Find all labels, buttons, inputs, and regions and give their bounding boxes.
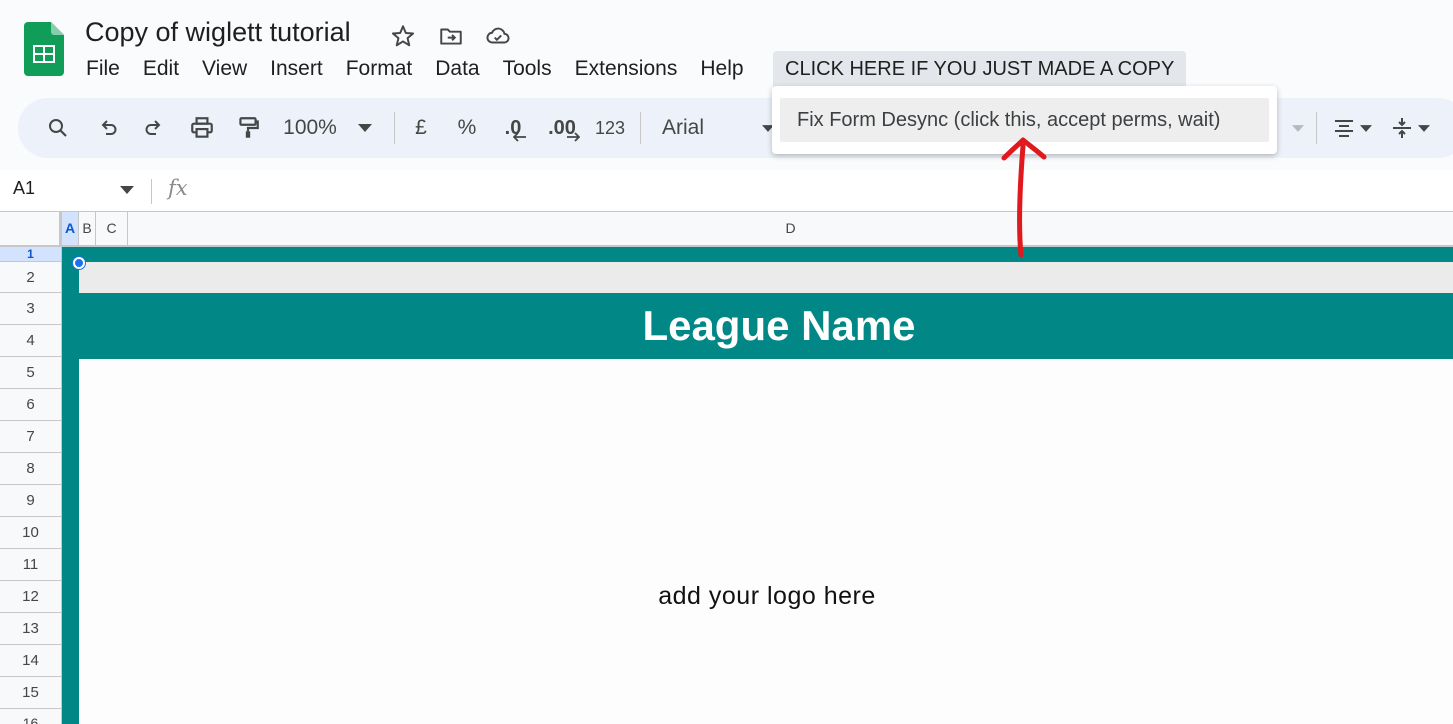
menu-help[interactable]: Help: [700, 55, 743, 83]
column-header-d[interactable]: D: [128, 212, 1453, 245]
zoom-select[interactable]: 100%: [280, 98, 340, 158]
sheet-grid[interactable]: League Name add your logo here: [62, 247, 1453, 724]
star-icon[interactable]: [390, 23, 416, 49]
column-headers: A B C D: [0, 212, 1453, 247]
vertical-align-button[interactable]: [1384, 98, 1436, 158]
row-header-16[interactable]: 16: [0, 709, 61, 724]
cloud-saved-icon[interactable]: [485, 23, 511, 49]
row-headers: 1 2 3 4 5 6 7 8 9 10 11 12 13 14 15 16: [0, 247, 62, 724]
arrow-left-icon: [513, 132, 527, 142]
menu-view[interactable]: View: [202, 55, 247, 83]
zoom-dropdown-button[interactable]: [355, 98, 375, 158]
format-currency-button[interactable]: £: [404, 98, 438, 158]
teal-border-left: [62, 247, 79, 724]
toolbar-divider: [394, 112, 395, 144]
increase-decimal-button[interactable]: .00: [542, 98, 586, 158]
row-header-2[interactable]: 2: [0, 262, 61, 293]
menu-custom-copy-setup[interactable]: CLICK HERE IF YOU JUST MADE A COPY: [773, 51, 1187, 87]
teal-border-top: [62, 247, 1453, 262]
decrease-decimal-button[interactable]: .0: [496, 98, 536, 158]
row-header-9[interactable]: 9: [0, 485, 61, 517]
row-header-7[interactable]: 7: [0, 421, 61, 453]
league-name-cell[interactable]: League Name: [79, 293, 1453, 359]
menu-edit[interactable]: Edit: [143, 55, 179, 83]
search-menus-button[interactable]: [38, 98, 78, 158]
formula-input[interactable]: [210, 174, 1440, 208]
row-header-12[interactable]: 12: [0, 581, 61, 613]
logo-placeholder-text[interactable]: add your logo here: [602, 582, 932, 611]
row-header-10[interactable]: 10: [0, 517, 61, 549]
sheets-logo-icon[interactable]: [24, 22, 64, 76]
app-header: Copy of wiglett tutorial File Edit View …: [0, 0, 1453, 98]
font-family-value: Arial: [662, 116, 705, 139]
menu-format[interactable]: Format: [346, 55, 413, 83]
column-header-c[interactable]: C: [96, 212, 128, 245]
formula-bar-divider: [151, 179, 152, 204]
menu-data[interactable]: Data: [435, 55, 479, 83]
league-name-banner: League Name: [79, 293, 1453, 359]
search-icon: [49, 119, 67, 137]
row-header-5[interactable]: 5: [0, 357, 61, 389]
menu-bar: File Edit View Insert Format Data Tools …: [86, 51, 1187, 87]
print-icon: [191, 117, 213, 138]
menu-insert[interactable]: Insert: [270, 55, 323, 83]
gray-band-row: [79, 262, 1453, 293]
more-formats-button[interactable]: 123: [592, 98, 628, 158]
cell-selection-handle[interactable]: [73, 257, 85, 269]
row-header-4[interactable]: 4: [0, 325, 61, 357]
formula-bar: A1 fx: [0, 170, 1453, 212]
row-header-8[interactable]: 8: [0, 453, 61, 485]
row-header-15[interactable]: 15: [0, 677, 61, 709]
select-all-corner[interactable]: [0, 212, 62, 245]
currency-label: £: [415, 116, 427, 139]
redo-icon: [145, 120, 161, 135]
paint-format-button[interactable]: [228, 98, 268, 158]
paint-format-icon: [239, 117, 259, 138]
menu-file[interactable]: File: [86, 55, 120, 83]
toolbar-dropdown-button-disabled[interactable]: [1288, 98, 1308, 158]
toolbar-divider: [640, 112, 641, 144]
align-center-icon: [1335, 120, 1353, 137]
row-header-13[interactable]: 13: [0, 613, 61, 645]
vertical-align-middle-icon: [1393, 118, 1411, 138]
percent-label: %: [457, 116, 477, 139]
caret-down-icon: [1360, 124, 1372, 132]
column-header-a[interactable]: A: [62, 212, 79, 245]
document-title[interactable]: Copy of wiglett tutorial: [85, 17, 351, 48]
print-button[interactable]: [182, 98, 222, 158]
caret-down-icon[interactable]: [120, 186, 134, 194]
redo-button[interactable]: [134, 98, 174, 158]
arrow-right-icon: [566, 132, 580, 142]
toolbar-divider: [1316, 112, 1317, 144]
row-header-3[interactable]: 3: [0, 293, 61, 325]
row-header-6[interactable]: 6: [0, 389, 61, 421]
move-to-folder-icon[interactable]: [438, 23, 464, 49]
undo-icon: [101, 120, 117, 135]
horizontal-align-button[interactable]: [1326, 98, 1378, 158]
menu-tools[interactable]: Tools: [503, 55, 552, 83]
fx-icon: fx: [168, 176, 188, 200]
row-header-11[interactable]: 11: [0, 549, 61, 581]
column-header-b[interactable]: B: [79, 212, 96, 245]
row-header-14[interactable]: 14: [0, 645, 61, 677]
more-formats-label: 123: [594, 117, 626, 138]
zoom-value: 100%: [283, 116, 337, 139]
caret-down-icon: [358, 124, 372, 132]
caret-down-icon: [1292, 124, 1304, 132]
menu-extensions[interactable]: Extensions: [575, 55, 678, 83]
name-box[interactable]: A1: [13, 178, 35, 199]
format-percent-button[interactable]: %: [450, 98, 484, 158]
undo-button[interactable]: [88, 98, 128, 158]
annotation-arrow-icon: [1001, 137, 1047, 258]
caret-down-icon: [1418, 124, 1430, 132]
row-header-1[interactable]: 1: [0, 247, 61, 262]
